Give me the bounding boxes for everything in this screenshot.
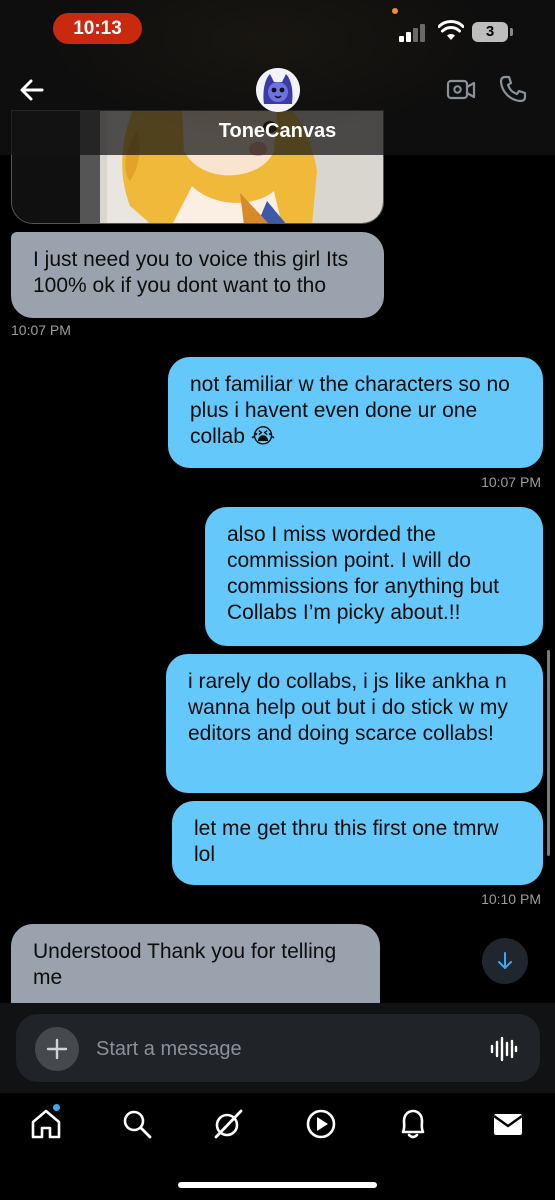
message-bubble-outgoing[interactable]: let me get thru this first one tmrw lol xyxy=(172,801,543,885)
message-timestamp: 10:07 PM xyxy=(11,322,71,338)
wifi-icon xyxy=(438,20,464,40)
status-time: 10:13 xyxy=(53,13,142,44)
play-icon[interactable] xyxy=(303,1106,339,1142)
home-indicator xyxy=(178,1182,377,1188)
add-media-button[interactable] xyxy=(35,1027,79,1071)
message-input[interactable] xyxy=(96,1032,456,1066)
battery-icon: 3 xyxy=(472,22,508,42)
grok-icon[interactable] xyxy=(210,1106,246,1142)
arrow-down-icon xyxy=(498,952,512,969)
scroll-to-bottom-button[interactable] xyxy=(482,938,528,984)
video-call-icon[interactable] xyxy=(446,76,476,104)
scrollbar[interactable] xyxy=(547,650,550,856)
avatar-image xyxy=(256,68,300,112)
privacy-dot xyxy=(392,8,398,14)
bell-icon[interactable] xyxy=(395,1106,431,1142)
home-icon[interactable] xyxy=(28,1106,64,1142)
message-bubble-incoming[interactable]: I just need you to voice this girl Its 1… xyxy=(11,232,384,318)
status-bar: 10:13 3 xyxy=(0,0,555,56)
search-icon[interactable] xyxy=(119,1106,155,1142)
cellular-signal-icon xyxy=(399,24,429,42)
message-bubble-outgoing[interactable]: also I miss worded the commission point.… xyxy=(205,507,543,646)
plus-icon xyxy=(46,1038,68,1060)
back-arrow-icon[interactable] xyxy=(14,72,50,108)
battery-nub xyxy=(510,28,513,36)
phone-call-icon[interactable] xyxy=(498,74,528,104)
voice-message-icon[interactable] xyxy=(488,1034,518,1064)
avatar[interactable] xyxy=(256,68,300,112)
message-bubble-outgoing[interactable]: i rarely do collabs, i js like ankha n w… xyxy=(166,654,543,793)
message-timestamp: 10:07 PM xyxy=(481,474,541,490)
message-bubble-outgoing[interactable]: not familiar w the characters so no plus… xyxy=(168,357,543,468)
mail-icon[interactable] xyxy=(490,1106,526,1142)
notification-dot xyxy=(53,1104,60,1111)
message-timestamp: 10:10 PM xyxy=(481,891,541,907)
contact-name[interactable]: ToneCanvas xyxy=(0,120,555,143)
